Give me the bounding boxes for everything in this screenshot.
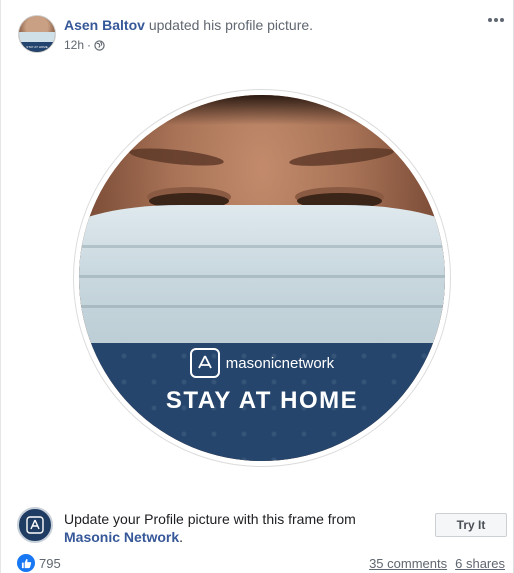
author-name-link[interactable]: Asen Baltov xyxy=(64,17,145,33)
frame-source-suffix: . xyxy=(179,529,184,545)
frame-source-icon[interactable] xyxy=(17,507,53,543)
profile-photo-image: masonicnetwork STAY AT HOME xyxy=(79,95,445,461)
comments-link[interactable]: 35 comments xyxy=(369,556,447,571)
engagement-links: 35 comments 6 shares xyxy=(369,556,505,571)
profile-picture[interactable]: masonicnetwork STAY AT HOME xyxy=(73,89,451,467)
more-dot-icon xyxy=(488,18,492,22)
avatar-band: STAY AT HOME xyxy=(19,42,55,52)
frame-brand: masonicnetwork xyxy=(79,348,445,378)
globe-icon xyxy=(94,39,105,51)
mask-pleat xyxy=(79,305,445,308)
masonic-logo-icon xyxy=(189,348,220,378)
mask-pleat xyxy=(79,275,445,278)
avatar-band-text: STAY AT HOME xyxy=(26,45,48,49)
frame-promo: Update your Profile picture with this fr… xyxy=(64,510,394,546)
post-timestamp[interactable]: 12h xyxy=(64,38,84,52)
compass-square-icon xyxy=(197,355,212,369)
mask-pleat xyxy=(79,245,445,248)
frame-prompt-text: Update your Profile picture with this fr… xyxy=(64,511,356,527)
more-options-button[interactable] xyxy=(485,12,507,28)
like-count[interactable]: 795 xyxy=(39,556,61,571)
shares-link[interactable]: 6 shares xyxy=(455,556,505,571)
post-meta: 12h · xyxy=(64,38,105,52)
photo-hair xyxy=(79,95,445,125)
post-action-text: updated his profile picture. xyxy=(148,17,314,33)
more-dot-icon xyxy=(494,18,498,22)
frame-banner-text: STAY AT HOME xyxy=(165,387,359,414)
frame-source-link[interactable]: Masonic Network xyxy=(64,529,179,545)
try-it-button[interactable]: Try It xyxy=(435,513,507,537)
like-reaction-icon[interactable] xyxy=(17,554,35,572)
frame-brand-name: masonicnetwork xyxy=(225,354,335,372)
thumbs-up-icon xyxy=(21,558,31,568)
post-card: STAY AT HOME Asen Baltov updated his pro… xyxy=(0,0,514,573)
compass-square-icon xyxy=(26,516,44,534)
post-stats: 795 35 comments 6 shares xyxy=(17,553,505,573)
more-dot-icon xyxy=(500,18,504,22)
author-avatar[interactable]: STAY AT HOME xyxy=(18,15,56,53)
post-header: Asen Baltov updated his profile picture. xyxy=(64,17,313,33)
meta-separator: · xyxy=(87,38,92,52)
